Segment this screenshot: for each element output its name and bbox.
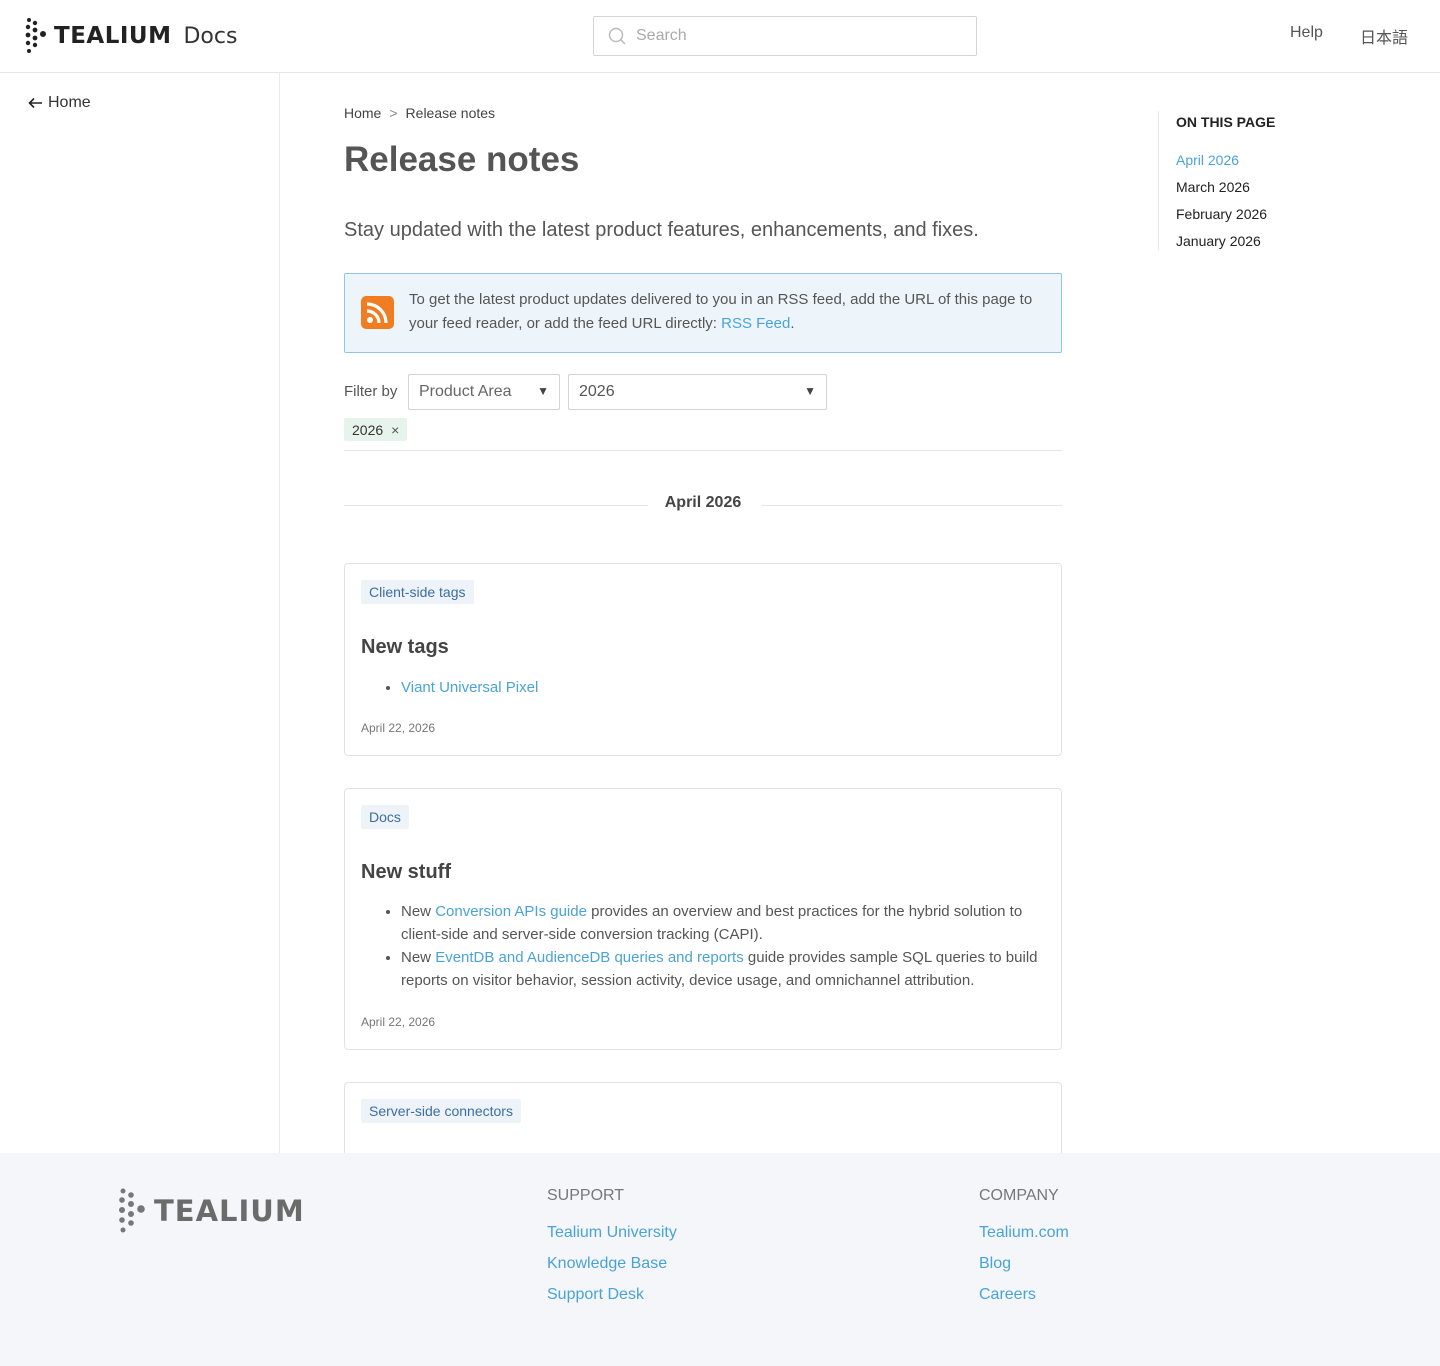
footer-logo[interactable]: TEALIUM: [116, 1187, 305, 1235]
rss-feed-link[interactable]: RSS Feed: [721, 315, 790, 332]
month-heading: April 2026: [664, 494, 742, 511]
site-footer: TEALIUM SUPPORT Tealium University Knowl…: [0, 1153, 1440, 1366]
product-tag[interactable]: Docs: [361, 805, 409, 829]
rss-callout: To get the latest product updates delive…: [344, 273, 1062, 353]
footer-link[interactable]: Careers: [979, 1286, 1069, 1304]
item-text: New: [401, 949, 436, 966]
year-value: 2026: [579, 383, 615, 400]
conversion-apis-link[interactable]: Conversion APIs guide: [435, 903, 587, 920]
search-input[interactable]: [636, 27, 936, 45]
footer-column-title: COMPANY: [979, 1187, 1059, 1204]
footer-link[interactable]: Blog: [979, 1255, 1069, 1273]
item-text: New: [401, 903, 436, 920]
card-title: New stuff: [361, 861, 451, 883]
breadcrumb-home[interactable]: Home: [344, 105, 381, 121]
product-tag[interactable]: Server-side connectors: [361, 1099, 521, 1123]
sidebar-home-link[interactable]: Home: [28, 94, 91, 112]
list-item: New Conversion APIs guide provides an ov…: [401, 900, 1041, 946]
card-title: New tags: [361, 636, 449, 658]
search-icon: [608, 27, 626, 45]
footer-support: SUPPORT Tealium University Knowledge Bas…: [547, 1187, 677, 1304]
footer-company: COMPANY Tealium.com Blog Careers: [979, 1187, 1069, 1304]
callout-end: .: [790, 315, 795, 332]
list-item: Viant Universal Pixel: [401, 676, 538, 699]
toc-item[interactable]: January 2026: [1176, 233, 1358, 249]
product-name: Docs: [183, 23, 238, 49]
card-list: New Conversion APIs guide provides an ov…: [401, 900, 1041, 992]
rss-icon: [361, 296, 394, 329]
breadcrumb: Home > Release notes: [344, 105, 495, 121]
toc-item[interactable]: March 2026: [1176, 179, 1358, 195]
callout-text: To get the latest product updates delive…: [409, 288, 1049, 336]
footer-link[interactable]: Support Desk: [547, 1286, 677, 1304]
toc-item[interactable]: April 2026: [1176, 152, 1358, 168]
filter-label: Filter by: [344, 383, 398, 400]
sidebar-home-label: Home: [48, 94, 91, 111]
chip-label: 2026: [352, 421, 384, 438]
active-filter-chip: 2026 ×: [344, 418, 408, 441]
product-area-value: Product Area: [419, 383, 512, 400]
back-arrow-icon: [28, 97, 42, 109]
release-card: Client-side tags New tags Viant Universa…: [344, 563, 1062, 756]
month-divider: April 2026: [344, 494, 1062, 514]
breadcrumb-current: Release notes: [405, 105, 496, 121]
footer-link[interactable]: Tealium.com: [979, 1224, 1069, 1242]
product-tag[interactable]: Client-side tags: [361, 580, 474, 604]
footer-link[interactable]: Tealium University: [547, 1224, 677, 1242]
caret-down-icon: ▼: [804, 384, 816, 398]
toc-title: ON THIS PAGE: [1176, 114, 1276, 130]
site-header: TEALIUM Docs Help 日本語: [0, 0, 1440, 73]
close-icon[interactable]: ×: [391, 422, 399, 438]
caret-down-icon: ▼: [537, 384, 549, 398]
toc-item[interactable]: February 2026: [1176, 206, 1358, 222]
footer-link[interactable]: Knowledge Base: [547, 1255, 677, 1273]
viant-link[interactable]: Viant Universal Pixel: [401, 679, 538, 696]
product-area-select[interactable]: Product Area ▼: [408, 374, 560, 410]
page-lead: Stay updated with the latest product fea…: [344, 219, 979, 241]
sidebar: Home: [0, 73, 280, 1153]
card-list: Viant Universal Pixel: [401, 676, 538, 699]
eventdb-link[interactable]: EventDB and AudienceDB queries and repor…: [435, 949, 744, 966]
list-item: New EventDB and AudienceDB queries and r…: [401, 946, 1041, 992]
logo[interactable]: TEALIUM Docs: [24, 17, 237, 55]
tealium-logo-icon: [25, 18, 46, 53]
tealium-logo-icon: [119, 1188, 145, 1233]
footer-brand: TEALIUM: [154, 1194, 305, 1228]
release-card: Docs New stuff New Conversion APIs guide…: [344, 788, 1062, 1050]
language-link[interactable]: 日本語: [1360, 24, 1408, 48]
card-date: April 22, 2026: [361, 1015, 436, 1029]
brand-name: TEALIUM: [54, 23, 172, 49]
search-box[interactable]: [593, 16, 977, 56]
breadcrumb-separator: >: [389, 105, 398, 121]
divider: [344, 450, 1062, 451]
year-select[interactable]: 2026 ▼: [568, 374, 827, 410]
page-title: Release notes: [344, 140, 580, 179]
help-link[interactable]: Help: [1290, 24, 1323, 42]
footer-column-title: SUPPORT: [547, 1187, 625, 1204]
card-date: April 22, 2026: [361, 721, 436, 735]
on-this-page: ON THIS PAGE April 2026 March 2026 Febru…: [1158, 111, 1358, 250]
